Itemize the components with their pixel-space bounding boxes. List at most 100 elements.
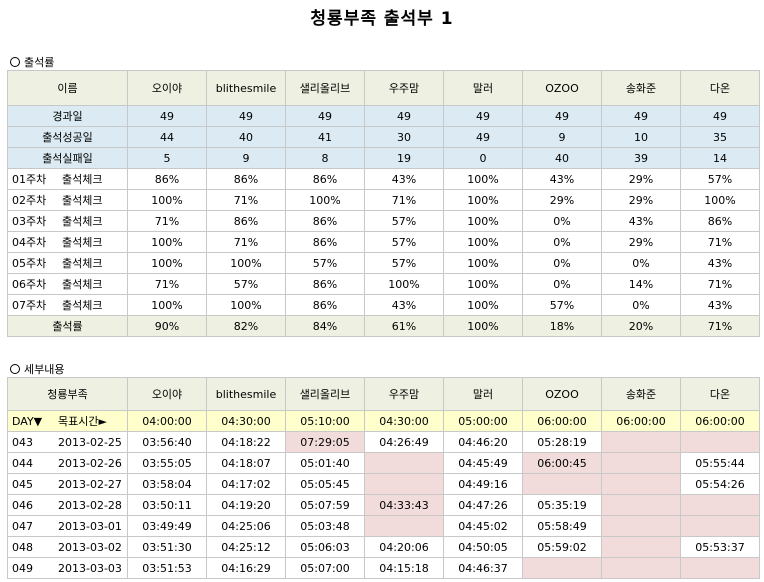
check-in-time: 04:15:18 (364, 557, 444, 579)
header-row: 청룡부족 오이야 blithesmile 샐리올리브 우주맘 말러 OZOO 송화준 다온 (7, 377, 760, 411)
table-cell: 49 (522, 105, 602, 127)
check-in-time: 03:56:40 (127, 431, 207, 453)
table-cell: 86% (285, 231, 365, 253)
check-in-time: 05:05:45 (285, 473, 365, 495)
table-cell: 41 (285, 126, 365, 148)
table-cell: 14 (680, 147, 760, 169)
table-cell: 10 (601, 126, 681, 148)
week-label: 07주차 출석체크 (7, 294, 128, 316)
table-cell: 57% (364, 252, 444, 274)
section-attendance-rate: 출석률 (10, 54, 54, 70)
table-cell: 90% (127, 315, 207, 337)
table-cell: 86% (680, 210, 760, 232)
check-in-time: 05:55:44 (680, 452, 760, 474)
day-date: 049 2013-03-03 (7, 557, 128, 579)
check-in-time: 04:46:37 (443, 557, 523, 579)
elapsed-days-row: 경과일 49 49 49 49 49 49 49 49 (7, 105, 760, 127)
goal-time: 05:10:00 (285, 410, 365, 432)
check-in-time: 05:01:40 (285, 452, 365, 474)
check-in-time (601, 473, 681, 495)
member-name-header: 오이야 (127, 70, 207, 106)
table-cell: 57% (364, 231, 444, 253)
week-check-label: 출석체크 (62, 215, 103, 228)
member-name-header: 송화준 (601, 377, 681, 411)
goal-time-row: DAY▼ 목표시간► 04:00:00 04:30:00 05:10:00 04:30:0… (7, 410, 760, 432)
day-date: 046 2013-02-28 (7, 494, 128, 516)
table-cell: 20% (601, 315, 681, 337)
table-cell: 43% (364, 168, 444, 190)
table-cell: 71% (206, 189, 286, 211)
day-date: 045 2013-02-27 (7, 473, 128, 495)
table-cell: 100% (206, 252, 286, 274)
member-name-header: 샐리올리브 (285, 377, 365, 411)
check-in-time (680, 557, 760, 579)
table-cell: 100% (443, 294, 523, 316)
table-cell: 49 (443, 105, 523, 127)
day-sort-label[interactable]: DAY▼ (12, 415, 58, 428)
table-cell: 29% (601, 189, 681, 211)
week-number: 01주차 (12, 173, 47, 186)
member-name-header: OZOO (522, 70, 602, 106)
circle-bullet-icon (10, 57, 20, 67)
day-number: 045 (12, 477, 33, 491)
table-cell: 100% (443, 252, 523, 274)
day-row: 043 2013-02-25 03:56:40 04:18:22 07:29:05 04:… (7, 431, 760, 453)
table-cell: 0% (522, 231, 602, 253)
header-row: 이름 오이야 blithesmile 샐리올리브 우주맘 말러 OZOO 송화준 다온 (7, 70, 760, 106)
table-cell: 57% (364, 210, 444, 232)
table-cell: 86% (206, 210, 286, 232)
table-cell: 86% (206, 168, 286, 190)
table-cell: 100% (127, 294, 207, 316)
day-row: 046 2013-02-28 03:50:11 04:19:20 05:07:59 04:… (7, 494, 760, 516)
week-label: 04주차 출석체크 (7, 231, 128, 253)
table-cell: 43% (364, 294, 444, 316)
goal-time: 04:30:00 (364, 410, 444, 432)
table-cell: 43% (601, 210, 681, 232)
table-cell: 19 (364, 147, 444, 169)
week-label: 01주차 출석체크 (7, 168, 128, 190)
table-cell: 44 (127, 126, 207, 148)
date: 2013-02-25 (58, 435, 122, 449)
day-date: 047 2013-03-01 (7, 515, 128, 537)
row-label: 출석실패일 (7, 147, 128, 169)
check-in-time: 04:16:29 (206, 557, 286, 579)
attendance-rate-row: 출석률 90% 82% 84% 61% 100% 18% 20% 71% (7, 315, 760, 337)
day-number: 043 (12, 435, 33, 449)
attendance-rate-table: 이름 오이야 blithesmile 샐리올리브 우주맘 말러 OZOO 송화준 다온 경과일 49… (7, 70, 760, 337)
table-cell: 71% (680, 273, 760, 295)
table-cell: 100% (443, 210, 523, 232)
member-name-header: 샐리올리브 (285, 70, 365, 106)
check-in-time: 04:17:02 (206, 473, 286, 495)
week-number: 03주차 (12, 215, 47, 228)
target-time-label: 목표시간► (58, 415, 107, 428)
goal-time: 05:00:00 (443, 410, 523, 432)
table-cell: 29% (522, 189, 602, 211)
table-cell: 71% (680, 231, 760, 253)
table-cell: 71% (127, 273, 207, 295)
table-cell: 40 (206, 126, 286, 148)
fail-days-row: 출석실패일 5 9 8 19 0 40 39 14 (7, 147, 760, 169)
table-cell: 100% (285, 189, 365, 211)
table-cell: 57% (522, 294, 602, 316)
table-cell: 100% (443, 315, 523, 337)
week-row: 03주차 출석체크 71% 86% 86% 57% 100% 0% 43% 86% (7, 210, 760, 232)
check-in-time (522, 557, 602, 579)
member-name-header: 다온 (680, 377, 760, 411)
row-label: 경과일 (7, 105, 128, 127)
check-in-time: 04:45:49 (443, 452, 523, 474)
table-cell: 100% (127, 231, 207, 253)
member-name-header: 말러 (443, 377, 523, 411)
table-cell: 14% (601, 273, 681, 295)
goal-time: 06:00:00 (680, 410, 760, 432)
table-cell: 43% (680, 294, 760, 316)
check-in-time: 04:25:12 (206, 536, 286, 558)
table-cell: 49 (127, 105, 207, 127)
week-row: 05주차 출석체크 100% 100% 57% 57% 100% 0% 0% 43% (7, 252, 760, 274)
member-name-header: OZOO (522, 377, 602, 411)
day-number: 046 (12, 498, 33, 512)
day-date: 044 2013-02-26 (7, 452, 128, 474)
day-number: 048 (12, 540, 33, 554)
table-cell: 100% (364, 273, 444, 295)
day-date: 043 2013-02-25 (7, 431, 128, 453)
success-days-row: 출석성공일 44 40 41 30 49 9 10 35 (7, 126, 760, 148)
